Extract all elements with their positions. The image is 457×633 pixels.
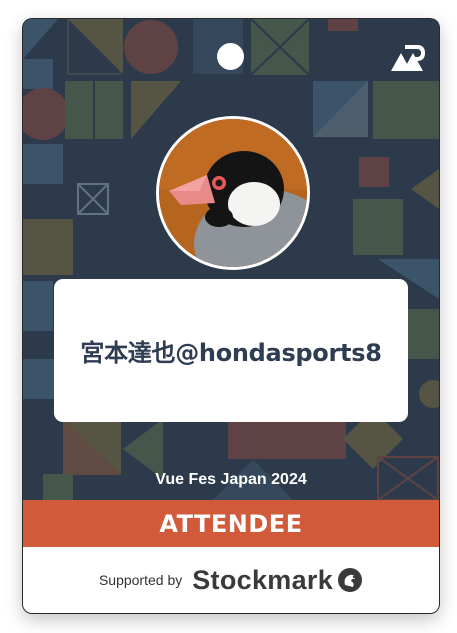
sponsor-name: Stockmark (192, 564, 334, 595)
stockmark-squirrel-icon (338, 568, 363, 592)
event-name: Vue Fes Japan 2024 (155, 471, 307, 488)
vue-fes-logo-icon (391, 45, 425, 71)
attendee-name-box: 宮本達也@hondasports8 (54, 279, 408, 422)
role-label: ATTENDEE (159, 509, 303, 538)
role-band: ATTENDEE (23, 500, 439, 547)
sponsor-band: Supported by Stockmark (23, 547, 439, 613)
attendee-badge: 宮本達也@hondasports8 Vue Fes Japan 2024 ATT… (23, 19, 439, 613)
supported-by-label: Supported by (98, 572, 183, 588)
avatar (156, 116, 310, 270)
lanyard-punch-hole (217, 43, 244, 70)
attendee-name: 宮本達也@hondasports8 (80, 339, 382, 367)
java-sparrow-avatar (159, 119, 307, 267)
